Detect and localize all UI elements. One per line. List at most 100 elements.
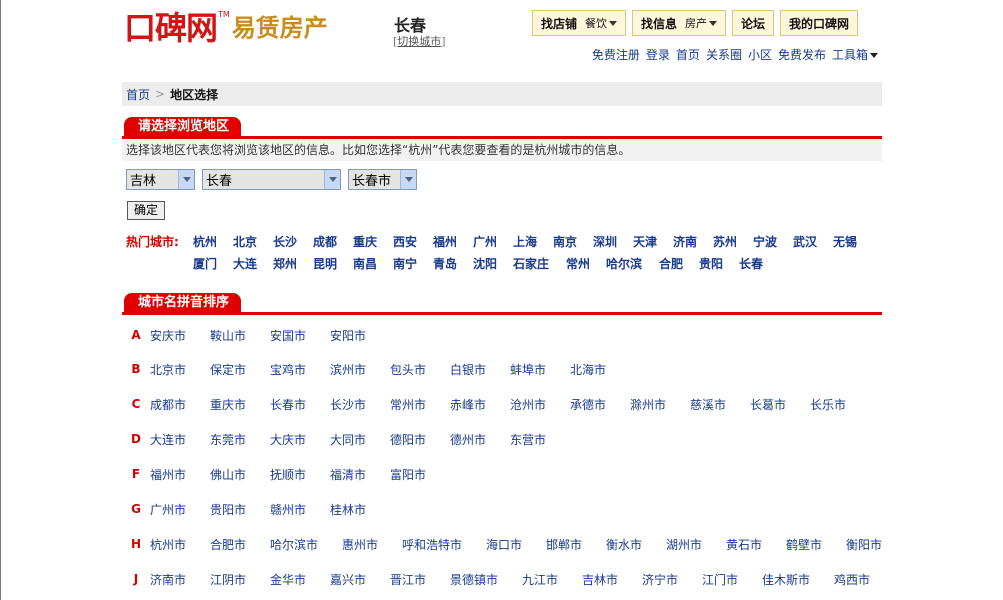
hot-city-link[interactable]: 西安	[393, 233, 433, 250]
hot-city-link[interactable]: 苏州	[713, 233, 753, 250]
hot-city-link[interactable]: 成都	[313, 233, 353, 250]
hot-city-link[interactable]: 福州	[433, 233, 473, 250]
hot-city-link[interactable]: 南宁	[393, 255, 433, 272]
city-link[interactable]: 鞍山市	[210, 327, 270, 344]
hot-city-link[interactable]: 杭州	[193, 233, 233, 250]
city-link[interactable]: 富阳市	[390, 466, 450, 483]
city-link[interactable]: 大同市	[330, 431, 390, 448]
city-link[interactable]: 东营市	[510, 431, 570, 448]
hot-city-link[interactable]: 长春	[739, 255, 779, 272]
city-link[interactable]: 赣州市	[270, 501, 330, 518]
relations-link[interactable]: 关系圈	[706, 46, 742, 63]
province-select[interactable]: 吉林	[126, 169, 195, 190]
city-link[interactable]: 滨州市	[330, 361, 390, 378]
city-link[interactable]: 济南市	[150, 571, 210, 588]
city-link[interactable]: 衡水市	[606, 536, 666, 553]
city-link[interactable]: 合肥市	[210, 536, 270, 553]
city-link[interactable]: 江门市	[702, 571, 762, 588]
hot-city-link[interactable]: 贵阳	[699, 255, 739, 272]
city-link[interactable]: 金华市	[270, 571, 330, 588]
city-link[interactable]: 桂林市	[330, 501, 390, 518]
hot-city-link[interactable]: 大连	[233, 255, 273, 272]
district-select[interactable]: 长春市	[348, 169, 417, 190]
city-link[interactable]: 济宁市	[642, 571, 702, 588]
city-link[interactable]: 福州市	[150, 466, 210, 483]
hot-city-link[interactable]: 南昌	[353, 255, 393, 272]
city-link[interactable]: 包头市	[390, 361, 450, 378]
city-link[interactable]: 沧州市	[510, 396, 570, 413]
city-link[interactable]: 湖州市	[666, 536, 726, 553]
hot-city-link[interactable]: 济南	[673, 233, 713, 250]
city-link[interactable]: 大庆市	[270, 431, 330, 448]
city-link[interactable]: 长乐市	[810, 396, 870, 413]
hot-city-link[interactable]: 郑州	[273, 255, 313, 272]
city-link[interactable]: 重庆市	[210, 396, 270, 413]
hot-city-link[interactable]: 合肥	[659, 255, 699, 272]
city-link[interactable]: 安国市	[270, 327, 330, 344]
info-category-select[interactable]: 房产	[685, 15, 718, 31]
hot-city-link[interactable]: 无锡	[833, 233, 873, 250]
confirm-button[interactable]: 确定	[127, 201, 165, 220]
city-link[interactable]: 保定市	[210, 361, 270, 378]
community-link[interactable]: 小区	[748, 46, 772, 63]
find-shop-button[interactable]: 找店铺 餐饮	[532, 10, 627, 36]
hot-city-link[interactable]: 南京	[553, 233, 593, 250]
shop-category-select[interactable]: 餐饮	[585, 15, 618, 31]
city-link[interactable]: 呼和浩特市	[402, 536, 486, 553]
my-koubei-button[interactable]: 我的口碑网	[780, 10, 859, 36]
city-link[interactable]: 德阳市	[390, 431, 450, 448]
city-link[interactable]: 福清市	[330, 466, 390, 483]
city-link[interactable]: 惠州市	[342, 536, 402, 553]
hot-city-link[interactable]: 石家庄	[513, 255, 566, 272]
hot-city-link[interactable]: 深圳	[593, 233, 633, 250]
city-link[interactable]: 贵阳市	[210, 501, 270, 518]
hot-city-link[interactable]: 广州	[473, 233, 513, 250]
free-post-link[interactable]: 免费发布	[778, 46, 826, 63]
hot-city-link[interactable]: 天津	[633, 233, 673, 250]
find-info-button[interactable]: 找信息 房产	[632, 10, 727, 36]
city-link[interactable]: 安庆市	[150, 327, 210, 344]
city-link[interactable]: 晋江市	[390, 571, 450, 588]
city-link[interactable]: 成都市	[150, 396, 210, 413]
city-link[interactable]: 鹤壁市	[786, 536, 846, 553]
forum-button[interactable]: 论坛	[732, 10, 775, 36]
city-link[interactable]: 东莞市	[210, 431, 270, 448]
hot-city-link[interactable]: 青岛	[433, 255, 473, 272]
city-link[interactable]: 景德镇市	[450, 571, 522, 588]
city-link[interactable]: 北京市	[150, 361, 210, 378]
hot-city-link[interactable]: 哈尔滨	[606, 255, 659, 272]
city-link[interactable]: 黄石市	[726, 536, 786, 553]
hot-city-link[interactable]: 宁波	[753, 233, 793, 250]
breadcrumb-home[interactable]: 首页	[126, 86, 150, 103]
city-link[interactable]: 常州市	[390, 396, 450, 413]
city-link[interactable]: 九江市	[522, 571, 582, 588]
hot-city-link[interactable]: 沈阳	[473, 255, 513, 272]
city-link[interactable]: 白银市	[450, 361, 510, 378]
city-link[interactable]: 长春市	[270, 396, 330, 413]
hot-city-link[interactable]: 长沙	[273, 233, 313, 250]
city-link[interactable]: 嘉兴市	[330, 571, 390, 588]
city-link[interactable]: 滁州市	[630, 396, 690, 413]
city-link[interactable]: 德州市	[450, 431, 510, 448]
hot-city-link[interactable]: 常州	[566, 255, 606, 272]
city-link[interactable]: 海口市	[486, 536, 546, 553]
site-logo[interactable]: 口碑网 TM 易赁房产	[124, 8, 328, 48]
city-link[interactable]: 长沙市	[330, 396, 390, 413]
hot-city-link[interactable]: 上海	[513, 233, 553, 250]
hot-city-link[interactable]: 北京	[233, 233, 273, 250]
hot-city-link[interactable]: 重庆	[353, 233, 393, 250]
city-link[interactable]: 哈尔滨市	[270, 536, 342, 553]
city-link[interactable]: 杭州市	[150, 536, 210, 553]
city-link[interactable]: 佛山市	[210, 466, 270, 483]
city-select[interactable]: 长春	[202, 169, 341, 190]
city-link[interactable]: 佳木斯市	[762, 571, 834, 588]
city-link[interactable]: 北海市	[570, 361, 630, 378]
home-link[interactable]: 首页	[676, 46, 700, 63]
city-link[interactable]: 大连市	[150, 431, 210, 448]
login-link[interactable]: 登录	[646, 46, 670, 63]
city-link[interactable]: 广州市	[150, 501, 210, 518]
city-link[interactable]: 衡阳市	[846, 536, 906, 553]
city-link[interactable]: 吉林市	[582, 571, 642, 588]
city-link[interactable]: 承德市	[570, 396, 630, 413]
hot-city-link[interactable]: 昆明	[313, 255, 353, 272]
